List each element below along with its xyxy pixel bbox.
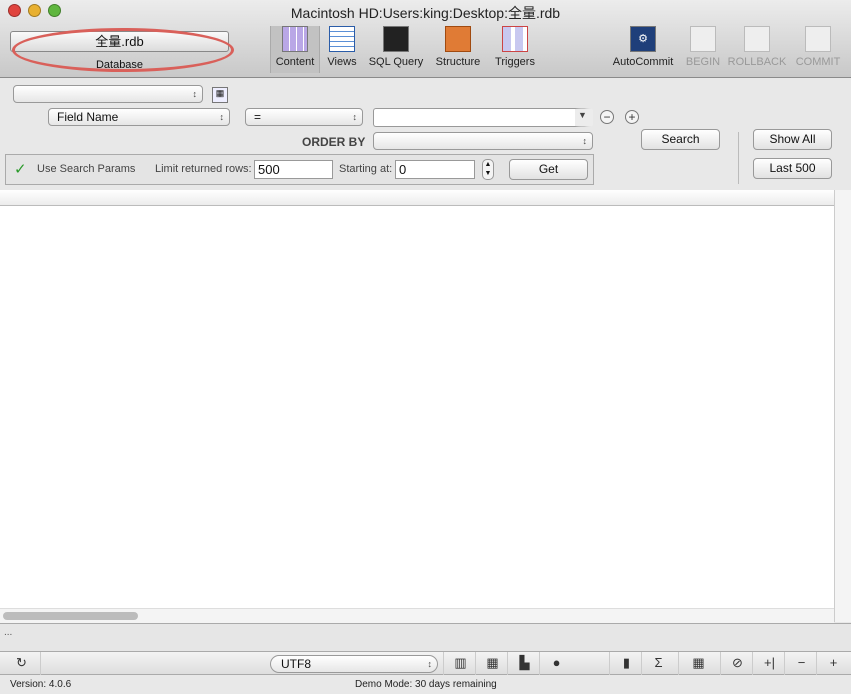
get-button[interactable]: Get [509, 159, 588, 180]
order-by-select[interactable] [373, 132, 593, 150]
terminal-icon [383, 26, 409, 52]
horizontal-scroll-thumb[interactable] [3, 612, 138, 620]
table-select[interactable] [13, 85, 203, 103]
tab-label: Views [327, 56, 357, 68]
views-grid-icon [329, 26, 355, 52]
encoding-select[interactable]: UTF8 [270, 655, 438, 673]
triggers-icon [502, 26, 528, 52]
delete-row-button[interactable]: − [784, 652, 818, 675]
begin-label: BEGIN [685, 56, 721, 68]
use-search-params-label[interactable]: Use Search Params [37, 163, 135, 175]
begin-icon [690, 26, 716, 52]
tab-structure[interactable]: Structure [432, 26, 484, 68]
tab-content[interactable]: Content [270, 26, 320, 73]
rollback-label: ROLLBACK [727, 56, 787, 68]
remove-filter-button[interactable]: − [600, 110, 614, 124]
status-line: ... [0, 623, 851, 652]
structure-icon [445, 26, 471, 52]
chart-icon[interactable]: ▙ [507, 652, 541, 675]
filter-value-input[interactable] [373, 108, 593, 127]
clipboard-icon[interactable]: ▮ [609, 652, 643, 675]
refresh-icon[interactable]: ↻ [3, 652, 41, 675]
divider [738, 132, 739, 184]
begin-button[interactable]: BEGIN [684, 26, 722, 68]
limit-input[interactable]: 500 [254, 160, 333, 179]
commit-icon [805, 26, 831, 52]
add-row-button[interactable]: + [816, 652, 850, 675]
tab-label: Structure [435, 56, 481, 68]
column-picker-icon[interactable]: ▦ [212, 87, 228, 103]
autocommit-button[interactable]: ⚙ AutoCommit [608, 26, 678, 68]
globe-icon[interactable]: ● [539, 652, 573, 675]
add-filter-button[interactable]: + [625, 110, 639, 124]
table-grid-icon[interactable]: ▦ [475, 652, 509, 675]
tab-views[interactable]: Views [323, 26, 361, 68]
last-500-button[interactable]: Last 500 [753, 158, 832, 179]
starting-at-stepper[interactable]: ▲ ▼ [482, 159, 494, 180]
demo-mode-text: Demo Mode: 30 days remaining [355, 679, 497, 690]
commit-button[interactable]: COMMIT [793, 26, 843, 68]
window-title-text: Macintosh HD:Users:king:Desktop:全量.rdb [290, 5, 561, 21]
tab-label: Content [275, 56, 315, 68]
tab-triggers[interactable]: Triggers [490, 26, 540, 68]
show-all-button[interactable]: Show All [753, 129, 832, 150]
highlight-ellipse [12, 28, 234, 72]
insert-column-icon[interactable]: +| [752, 652, 786, 675]
operator-select[interactable]: = [245, 108, 363, 126]
tab-label: Triggers [495, 56, 535, 68]
vertical-scrollbar[interactable] [834, 190, 851, 622]
field-select[interactable]: Field Name [48, 108, 230, 126]
content-grid-icon [282, 26, 308, 52]
version-text: Version: 4.0.6 [10, 679, 72, 690]
tab-sql-query[interactable]: SQL Query [366, 26, 426, 68]
dropdown-arrow-icon[interactable]: ▼ [578, 110, 587, 120]
window-title: Macintosh HD:Users:king:Desktop:全量.rdb [0, 3, 851, 23]
results-table[interactable] [0, 190, 834, 608]
autocommit-label: AutoCommit [612, 56, 674, 68]
search-button[interactable]: Search [641, 129, 720, 150]
checkmark-icon[interactable]: ✓ [14, 160, 27, 178]
rollback-icon [744, 26, 770, 52]
cancel-icon[interactable]: ⊘ [720, 652, 754, 675]
commit-label: COMMIT [795, 56, 841, 68]
gear-icon: ⚙ [630, 26, 656, 52]
limit-label: Limit returned rows: [155, 163, 252, 175]
sum-icon[interactable]: Σ [641, 652, 675, 675]
order-by-label: ORDER BY [302, 135, 366, 149]
starting-at-input[interactable]: 0 [395, 160, 475, 179]
column-select-icon[interactable]: ▦ [678, 652, 718, 675]
starting-at-label: Starting at: [339, 163, 393, 175]
rollback-button[interactable]: ROLLBACK [727, 26, 787, 68]
tab-label: SQL Query [368, 56, 424, 68]
columns-icon[interactable]: ▥ [443, 652, 477, 675]
table-header [0, 190, 834, 206]
